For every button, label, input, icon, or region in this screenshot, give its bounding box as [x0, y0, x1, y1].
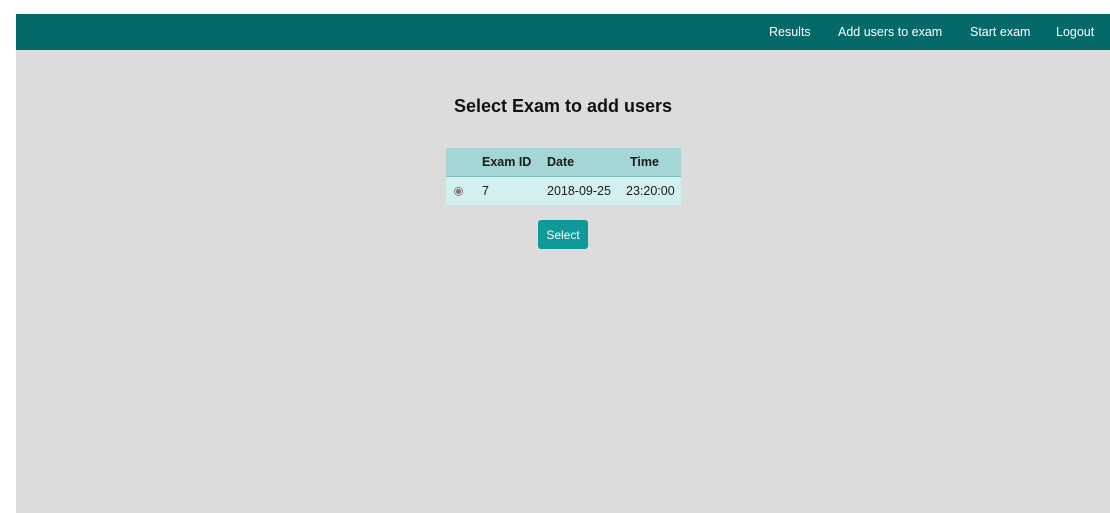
header-date: Date [547, 148, 626, 177]
nav-add-users-link[interactable]: Add users to exam [838, 14, 942, 50]
top-navbar: Results Add users to exam Start exam Log… [16, 14, 1110, 50]
header-select [446, 148, 478, 177]
cell-exam-id: 7 [478, 176, 547, 205]
nav-start-exam-link[interactable]: Start exam [970, 14, 1030, 50]
exam-table: Exam ID Date Time 7 2018-09-25 23:20:00 [446, 148, 681, 205]
table-header-row: Exam ID Date Time [446, 148, 681, 177]
cell-date: 2018-09-25 [547, 176, 626, 205]
cell-time: 23:20:00 [626, 176, 681, 205]
select-button[interactable]: Select [538, 220, 588, 249]
header-time: Time [626, 148, 681, 177]
table-row[interactable]: 7 2018-09-25 23:20:00 [446, 176, 681, 205]
nav-results-link[interactable]: Results [769, 14, 811, 50]
nav-logout-link[interactable]: Logout [1056, 14, 1094, 50]
row-radio-cell [446, 176, 478, 205]
page-frame: Results Add users to exam Start exam Log… [16, 14, 1110, 513]
header-exam-id: Exam ID [478, 148, 547, 177]
page-title: Select Exam to add users [453, 96, 673, 116]
exam-select-radio[interactable] [454, 187, 463, 197]
